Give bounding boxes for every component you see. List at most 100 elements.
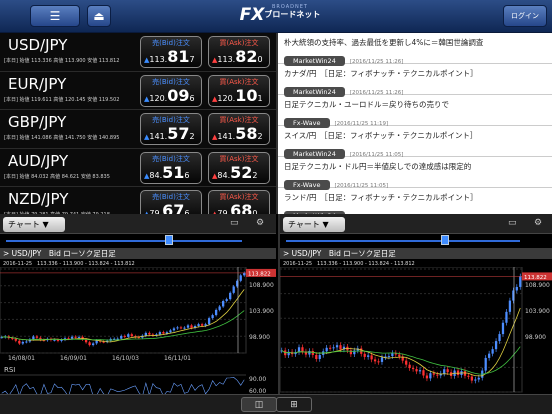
candle-body — [162, 332, 165, 334]
candle-body — [339, 345, 342, 350]
split-view-button[interactable]: ◫ — [241, 397, 277, 412]
slider-handle[interactable] — [441, 235, 449, 245]
candle-body — [488, 353, 491, 358]
bid-order-button[interactable]: 売(Bid)注文 ▲113.817 — [140, 36, 202, 68]
candle-body — [429, 373, 432, 379]
chart-toolbar: チャート ▼ ▭ ⚙ — [0, 214, 276, 234]
window-icon[interactable]: ▭ — [508, 218, 517, 228]
x-tick-label: 16/11/01 — [164, 355, 191, 362]
ask-order-button[interactable]: 買(Ask)注文 ▲141.582 — [208, 113, 270, 145]
news-item[interactable]: ランド/円 ［日足：フィボナッチ・テクニカルポイント］ MarketWin24[… — [278, 188, 552, 214]
candle-body — [456, 370, 460, 375]
daily-ohlc: [本日] 始値 113.336 高値 113.900 安値 113.812 — [4, 58, 120, 64]
grid-view-button[interactable]: ⊞ — [276, 397, 312, 412]
candle-body — [415, 369, 418, 372]
candle-body — [186, 325, 190, 328]
x-tick-label: 16/08/01 — [8, 355, 35, 362]
chart-panel-right: チャート ▼ ▭ ⚙ > USD/JPY Bid ローソク足日足 2016-11… — [278, 214, 552, 394]
ask-order-button[interactable]: 買(Ask)注文 ▲79.680 — [208, 190, 270, 214]
candle-body — [53, 339, 56, 341]
candle-body — [239, 275, 242, 281]
candlestick-chart[interactable]: 113.822108.900 103.900 98.900 — [280, 267, 552, 394]
candle-body — [148, 332, 151, 335]
window-icon[interactable]: ▭ — [230, 218, 239, 228]
currency-pair: GBP/JPY — [8, 113, 67, 131]
candle-body — [422, 370, 425, 376]
eject-icon: ⏏ — [93, 9, 105, 23]
candle-body — [172, 328, 176, 331]
eject-button[interactable]: ⏏ — [87, 5, 111, 27]
news-title: 日足テクニカル・ドル円＝半値戻しでの達成感は限定的 — [284, 162, 472, 171]
news-title: ランド/円 ［日足：フィボナッチ・テクニカルポイント］ — [284, 193, 478, 202]
candle-body — [329, 347, 332, 349]
ask-order-button[interactable]: 買(Ask)注文 ▲113.820 — [208, 36, 270, 68]
candle-body — [315, 354, 318, 359]
slider-handle[interactable] — [165, 235, 173, 245]
candle-body — [229, 292, 232, 300]
candle-body — [158, 332, 162, 335]
daily-ohlc: [本日] 始値 84.032 高値 84.621 安値 83.835 — [4, 173, 110, 180]
ask-order-button[interactable]: 買(Ask)注文 ▲84.522 — [208, 151, 270, 184]
y-tick-label: 108.900 — [525, 282, 550, 289]
chart-toolbar: チャート ▼ ▭ ⚙ — [280, 214, 552, 234]
news-title: カナダ/円 ［日足：フィボナッチ・テクニカルポイント］ — [284, 69, 478, 78]
bid-order-button[interactable]: 売(Bid)注文 ▲84.516 — [140, 151, 202, 184]
news-item[interactable]: スイス/円 ［日足：フィボナッチ・テクニカルポイント］ MarketWin24[… — [278, 126, 552, 159]
candle-body — [425, 375, 429, 379]
candle-body — [505, 311, 508, 323]
candle-body — [418, 370, 422, 372]
candle-body — [11, 338, 14, 340]
y-tick-label: 98.900 — [525, 334, 546, 341]
currency-pair: NZD/JPY — [8, 190, 69, 208]
candle-body — [127, 334, 130, 337]
news-item[interactable]: 日足テクニカル・ドル円＝半値戻しでの達成感は限定的 Fx-Wave [2016/1… — [278, 157, 552, 190]
hamburger-icon: ☰ — [49, 9, 61, 23]
candlestick-chart[interactable]: 113.822 108.900 103.900 98.900 16/08/01 16/09… — [0, 267, 276, 394]
currency-pair: EUR/JPY — [8, 74, 67, 93]
candle-body — [467, 375, 470, 377]
news-title: 朴大統領の支持率、過去最低を更新し4%に＝韓国世論調査 — [284, 38, 484, 47]
rate-row: NZD/JPY [本日] 始値 79.281 高値 79.741 安値 79.2… — [0, 187, 276, 214]
candle-body — [225, 299, 228, 301]
candle-body — [411, 368, 415, 370]
candle-body — [370, 355, 373, 360]
candle-body — [515, 286, 518, 291]
rate-row: USD/JPY [本日] 始値 113.336 高値 113.900 安値 11… — [0, 33, 276, 72]
candle-body — [183, 327, 186, 329]
candle-body — [436, 374, 439, 376]
candle-body — [391, 353, 394, 357]
candle-body — [200, 324, 204, 326]
last-price-label: 113.822 — [248, 271, 271, 277]
gear-icon[interactable]: ⚙ — [256, 218, 264, 228]
chart-type-dropdown[interactable]: チャート ▼ — [3, 217, 65, 232]
login-button[interactable]: ログイン — [503, 5, 547, 27]
range-slider[interactable] — [286, 240, 520, 242]
bid-order-button[interactable]: 売(Bid)注文 ▲141.572 — [140, 113, 202, 145]
candle-body — [405, 360, 408, 365]
split-view-icon: ◫ — [254, 399, 264, 410]
bid-order-button[interactable]: 売(Bid)注文 ▲79.676 — [140, 190, 202, 214]
chart-type-dropdown[interactable]: チャート ▼ — [283, 217, 345, 232]
candle-body — [74, 336, 77, 338]
candle-body — [377, 361, 380, 363]
candle-body — [91, 343, 95, 346]
y-tick-label: 98.900 — [249, 334, 270, 341]
candle-body — [207, 318, 211, 325]
news-item[interactable]: 朴大統領の支持率、過去最低を更新し4%に＝韓国世論調査 MarketWin24[… — [278, 33, 552, 66]
candle-body — [325, 347, 328, 352]
news-item[interactable]: 日足テクニカル・ユーロドル＝戻り待ちの売りで Fx-Wave [2016/11/2… — [278, 95, 552, 128]
ask-order-button[interactable]: 買(Ask)注文 ▲120.101 — [208, 74, 270, 107]
candle-body — [408, 364, 411, 369]
news-item[interactable]: カナダ/円 ［日足：フィボナッチ・テクニカルポイント］ MarketWin24[… — [278, 64, 552, 97]
menu-button[interactable]: ☰ — [30, 5, 80, 27]
gear-icon[interactable]: ⚙ — [534, 218, 542, 228]
bid-order-button[interactable]: 売(Bid)注文 ▲120.096 — [140, 74, 202, 107]
candle-body — [332, 347, 335, 349]
candle-body — [335, 345, 339, 348]
range-slider[interactable] — [6, 240, 242, 242]
candle-body — [197, 324, 200, 326]
candle-body — [387, 356, 391, 358]
candle-body — [380, 357, 384, 362]
rsi-label: RSI — [4, 366, 15, 374]
news-list: 朴大統領の支持率、過去最低を更新し4%に＝韓国世論調査 MarketWin24[… — [276, 33, 552, 214]
